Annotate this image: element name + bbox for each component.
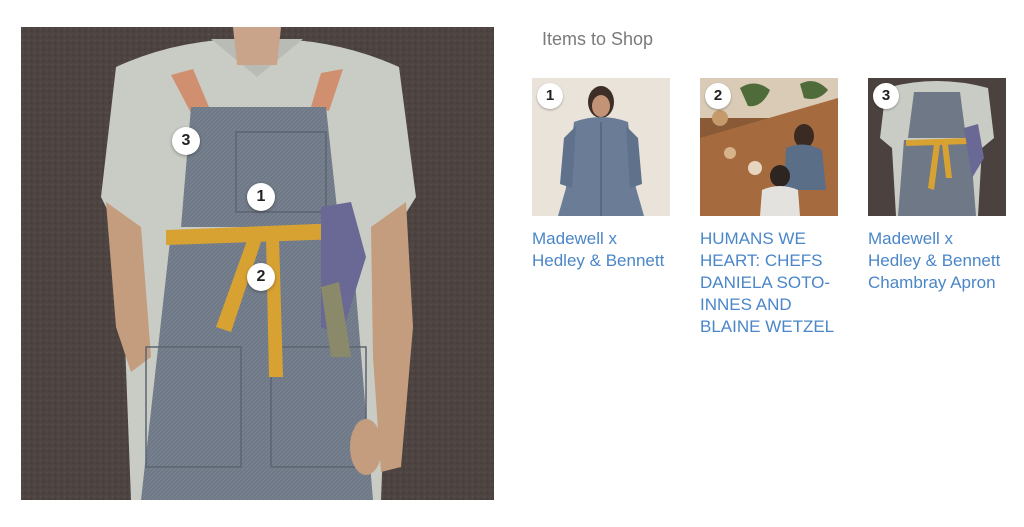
shop-item-3-badge: 3 (873, 83, 899, 109)
shop-item-1: 1 Madewell x Hedley & Bennett (532, 78, 670, 272)
shop-item-2-link[interactable]: HUMANS WE HEART: CHEFS DANIELA SOTO-INNE… (700, 228, 838, 338)
shop-item-2: 2 HUMANS WE HEART: CHEFS DANIELA SOTO-IN… (700, 78, 838, 338)
shop-item-1-badge: 1 (537, 83, 563, 109)
hero-image: 1 2 3 (21, 27, 494, 500)
page: 1 2 3 Items to Shop 1 Madewell x Hedley … (0, 0, 1024, 527)
shop-heading: Items to Shop (542, 29, 654, 49)
shop-item-2-thumbnail[interactable]: 2 (700, 78, 838, 216)
shop-item-1-link[interactable]: Madewell x Hedley & Bennett (532, 228, 670, 272)
shop-item-3-link[interactable]: Madewell x Hedley & Bennett Chambray Apr… (868, 228, 1006, 294)
shop-item-1-thumbnail[interactable]: 1 (532, 78, 670, 216)
hotspot-3[interactable]: 3 (172, 127, 200, 155)
hotspot-2[interactable]: 2 (247, 263, 275, 291)
shop-item-3: 3 Madewell x Hedley & Bennett Chambray A… (868, 78, 1006, 294)
shop-item-3-thumbnail[interactable]: 3 (868, 78, 1006, 216)
shop-item-2-badge: 2 (705, 83, 731, 109)
hotspot-1[interactable]: 1 (247, 183, 275, 211)
